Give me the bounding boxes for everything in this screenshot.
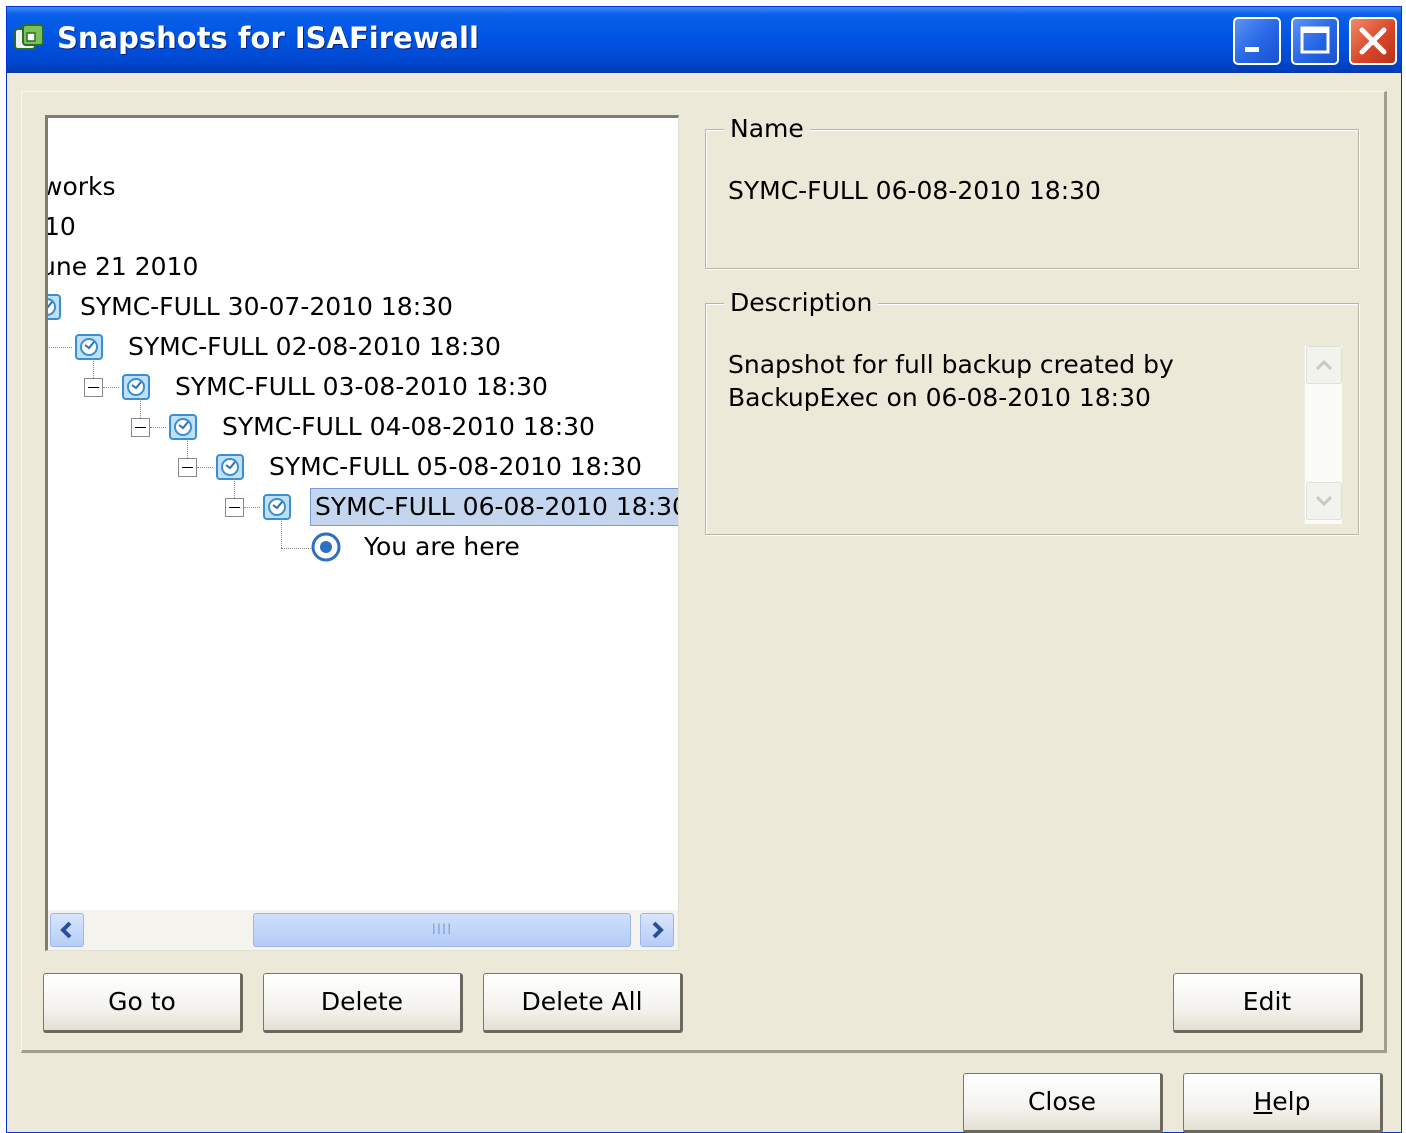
scroll-left-button[interactable] <box>50 913 84 947</box>
chevron-right-icon <box>652 921 664 939</box>
minimize-icon <box>1245 47 1259 52</box>
scroll-up-button[interactable] <box>1306 346 1342 384</box>
tree-item-snapshot[interactable]: SYMC-FULL 03-08-2010 18:30 <box>48 368 678 406</box>
window-title: Snapshots for ISAFirewall <box>57 21 479 55</box>
snapshot-icon <box>75 334 103 360</box>
delete-all-button[interactable]: Delete All <box>483 973 683 1033</box>
snapshot-manager-window: Snapshots for ISAFirewall works 10 une 2… <box>6 6 1402 1133</box>
delete-button[interactable]: Delete <box>263 973 463 1033</box>
maximize-icon <box>1300 26 1330 54</box>
title-bar[interactable]: Snapshots for ISAFirewall <box>7 7 1401 73</box>
tree-item-snapshot[interactable]: SYMC-FULL 30-07-2010 18:30 <box>48 288 678 326</box>
snapshot-icon <box>48 294 61 320</box>
snapshot-icon <box>263 494 291 520</box>
tree-item-current-state[interactable]: You are here <box>48 528 678 566</box>
close-button[interactable]: Close <box>963 1073 1163 1133</box>
you-are-here-icon <box>311 532 341 562</box>
close-icon <box>1359 27 1387 55</box>
chevron-up-icon <box>1315 359 1333 371</box>
collapse-toggle[interactable] <box>84 378 103 397</box>
snapshot-icon <box>122 374 150 400</box>
tree-item-snapshot-selected[interactable]: SYMC-FULL 06-08-2010 18:30 <box>48 488 678 526</box>
help-button[interactable]: Help <box>1183 1073 1383 1133</box>
snapshot-tree[interactable]: works 10 une 21 2010 SYMC-FULL 30-07-201… <box>45 115 679 951</box>
edit-button[interactable]: Edit <box>1173 973 1363 1033</box>
close-window-button[interactable] <box>1349 17 1397 65</box>
description-legend: Description <box>724 287 879 319</box>
tree-horizontal-scrollbar[interactable]: IIII <box>48 910 678 950</box>
maximize-button[interactable] <box>1291 17 1339 65</box>
collapse-toggle[interactable] <box>178 458 197 477</box>
snapshot-icon <box>169 414 197 440</box>
vmware-app-icon <box>14 24 44 50</box>
collapse-toggle[interactable] <box>131 418 150 437</box>
tree-item-snapshot[interactable]: SYMC-FULL 04-08-2010 18:30 <box>48 408 678 446</box>
description-vertical-scrollbar[interactable] <box>1304 346 1342 524</box>
tree-item-snapshot[interactable]: SYMC-FULL 02-08-2010 18:30 <box>48 328 678 366</box>
name-groupbox: Name SYMC-FULL 06-08-2010 18:30 <box>705 113 1359 269</box>
description-groupbox: Description Snapshot for full backup cre… <box>705 287 1359 535</box>
chevron-down-icon <box>1315 495 1333 507</box>
scroll-down-button[interactable] <box>1306 482 1342 520</box>
help-mnemonic: H <box>1253 1087 1273 1116</box>
minimize-button[interactable] <box>1233 17 1281 65</box>
collapse-toggle[interactable] <box>225 498 244 517</box>
snapshot-icon <box>216 454 244 480</box>
scroll-thumb[interactable]: IIII <box>253 913 631 947</box>
name-legend: Name <box>724 113 810 145</box>
description-line-2: BackupExec on 06-08-2010 18:30 <box>728 383 1151 412</box>
scroll-right-button[interactable] <box>640 913 674 947</box>
description-line-1: Snapshot for full backup created by <box>728 350 1174 379</box>
chevron-left-icon <box>60 921 72 939</box>
tree-item-snapshot[interactable]: SYMC-FULL 05-08-2010 18:30 <box>48 448 678 486</box>
go-to-button[interactable]: Go to <box>43 973 243 1033</box>
help-label-rest: elp <box>1272 1087 1311 1116</box>
snapshot-name-value: SYMC-FULL 06-08-2010 18:30 <box>728 176 1101 205</box>
